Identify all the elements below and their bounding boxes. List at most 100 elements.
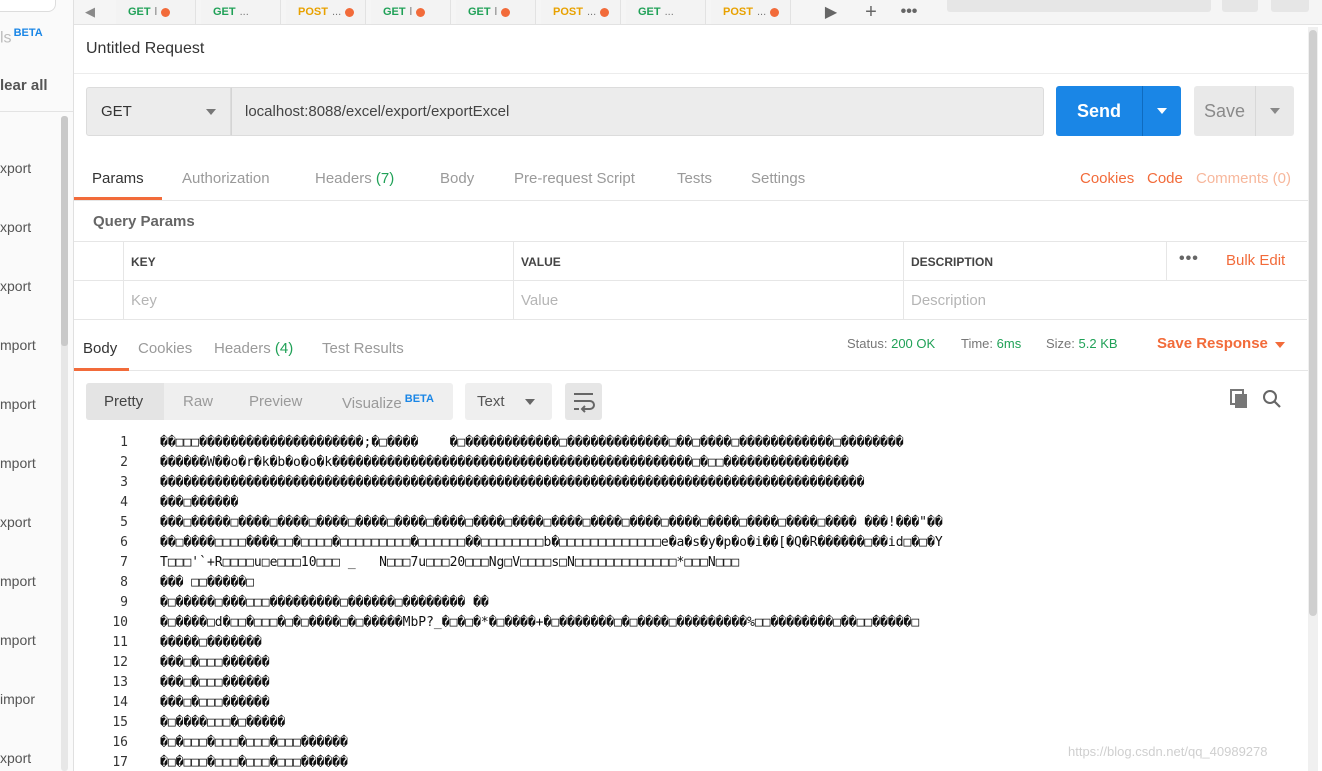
request-tab[interactable]: GET l: [371, 0, 451, 24]
ellipsis-icon[interactable]: •••: [894, 0, 924, 24]
request-tab[interactable]: GET l: [456, 0, 536, 24]
cookies-link[interactable]: Cookies: [1080, 170, 1134, 187]
request-title[interactable]: Untitled Request: [86, 40, 204, 58]
view-pretty[interactable]: Pretty: [104, 393, 143, 410]
save-button[interactable]: Save: [1194, 86, 1255, 136]
active-tab-indicator: [74, 197, 162, 200]
history-item[interactable]: impor: [0, 691, 60, 750]
key-input[interactable]: Key: [123, 281, 513, 320]
line-number: 5: [120, 515, 128, 530]
comments-link[interactable]: Comments (0): [1196, 170, 1291, 187]
sidebar-scroll-thumb[interactable]: [61, 116, 68, 346]
view-visualize[interactable]: Visualize BETA: [342, 393, 434, 412]
history-item[interactable]: xport: [0, 278, 60, 337]
line-number: 4: [120, 495, 128, 510]
tab-tests[interactable]: Tests: [677, 170, 712, 187]
line-text: ���□�����□����□����□����□����□����□����□…: [160, 515, 943, 530]
line-number: 2: [120, 455, 128, 470]
request-tab[interactable]: POST...: [541, 0, 621, 24]
tab-scroll-right-icon[interactable]: ▶: [816, 0, 846, 24]
code-link[interactable]: Code: [1147, 170, 1183, 187]
response-body-editor[interactable]: 1 ��□□□���������������������;�□���� �□���…: [74, 433, 1298, 771]
history-item[interactable]: mport: [0, 337, 60, 396]
params-more-icon[interactable]: •••: [1179, 250, 1199, 268]
tab-test-results[interactable]: Test Results: [322, 340, 404, 357]
line-text: �□�����□���□□□���������□������□�������� …: [160, 595, 489, 610]
value-column-header: VALUE: [513, 242, 903, 281]
code-line: 5 ���□�����□����□����□����□����□����□����…: [74, 513, 1298, 533]
line-text: T□□□'`+R□□□□u□e□□□10□□□ _ N□□□7u□□□20□□□…: [160, 555, 740, 570]
line-number: 17: [112, 755, 128, 770]
beta-badge: BETA: [404, 393, 434, 405]
value-input[interactable]: Value: [513, 281, 903, 320]
line-text: ������W��o�r�k�b�o�o�k������������������…: [160, 455, 849, 470]
line-number: 15: [112, 715, 128, 730]
send-options-dropdown[interactable]: [1142, 86, 1181, 136]
sidebar-title: ls BETA: [0, 27, 43, 47]
tab-headers[interactable]: Headers (7): [315, 170, 394, 187]
manage-environments-button[interactable]: [1271, 0, 1309, 12]
clear-all-link[interactable]: lear all: [0, 77, 48, 94]
postman-window: ls BETA lear all xport xport xport mport …: [0, 0, 1322, 771]
request-tab[interactable]: POST...: [711, 0, 791, 24]
code-line: 8 ��� □□�����□: [74, 573, 1298, 593]
params-table: KEY VALUE DESCRIPTION Key Value Descript…: [74, 241, 1307, 320]
environment-quick-look-button[interactable]: [1222, 0, 1258, 12]
search-icon[interactable]: [1262, 389, 1282, 409]
history-item[interactable]: mport: [0, 573, 60, 632]
view-preview[interactable]: Preview: [249, 393, 302, 410]
history-item[interactable]: xport: [0, 219, 60, 278]
chevron-down-icon[interactable]: [1275, 342, 1285, 348]
code-line: 10 �□����□d�□□�□□□�□�□����□�□�����MbP?_�□…: [74, 613, 1298, 633]
history-item[interactable]: xport: [0, 160, 60, 219]
history-item[interactable]: mport: [0, 455, 60, 514]
chevron-down-icon: [525, 399, 535, 405]
tab-pre-request-script[interactable]: Pre-request Script: [514, 170, 635, 187]
code-line: 6 ��□����□□□□����□□�□□□□�□□□□□□□□□�□□□□□□…: [74, 533, 1298, 553]
code-line: 4 ���□������: [74, 493, 1298, 513]
save-options-dropdown[interactable]: [1255, 86, 1294, 136]
history-sidebar: ls BETA lear all xport xport xport mport …: [0, 0, 74, 771]
tab-scroll-left-icon[interactable]: ◀: [76, 0, 104, 24]
request-tabs: Params Authorization Headers (7) Body Pr…: [74, 160, 1308, 201]
line-text: ��□□□���������������������;�□���� �□����…: [160, 435, 904, 450]
main-scroll-thumb[interactable]: [1309, 30, 1317, 616]
tab-response-cookies[interactable]: Cookies: [138, 340, 192, 357]
response-tabs: Body Cookies Headers (4) Test Results: [74, 330, 1308, 371]
line-number: 6: [120, 535, 128, 550]
sidebar-search-box[interactable]: [0, 0, 56, 12]
tab-authorization[interactable]: Authorization: [182, 170, 270, 187]
wrap-lines-button[interactable]: [565, 383, 602, 420]
method-select[interactable]: GET: [86, 87, 231, 136]
unsaved-dot-icon: [161, 7, 171, 17]
view-raw[interactable]: Raw: [183, 393, 213, 410]
plus-icon[interactable]: +: [856, 0, 886, 24]
history-item[interactable]: mport: [0, 632, 60, 691]
line-number: 1: [120, 435, 128, 450]
url-input[interactable]: localhost:8088/excel/export/exportExcel: [231, 87, 1044, 136]
history-item[interactable]: mport: [0, 396, 60, 455]
line-number: 10: [112, 615, 128, 630]
active-tab-indicator: [74, 368, 129, 371]
request-tab[interactable]: GET...: [626, 0, 706, 24]
request-tab[interactable]: GET...: [201, 0, 281, 24]
tab-params[interactable]: Params: [92, 170, 144, 187]
tab-settings[interactable]: Settings: [751, 170, 805, 187]
copy-icon[interactable]: [1229, 389, 1249, 409]
code-line: 9 �□�����□���□□□���������□������□��������…: [74, 593, 1298, 613]
tab-response-body[interactable]: Body: [83, 340, 117, 357]
environment-selector[interactable]: [947, 0, 1211, 12]
send-button[interactable]: Send: [1056, 86, 1142, 136]
history-item[interactable]: xport: [0, 750, 60, 771]
code-line: 13 ���□�□□□������: [74, 673, 1298, 693]
history-item[interactable]: xport: [0, 514, 60, 573]
save-response-button[interactable]: Save Response: [1157, 335, 1268, 352]
tab-response-headers[interactable]: Headers (4): [214, 340, 293, 357]
bulk-edit-link[interactable]: Bulk Edit: [1226, 252, 1285, 269]
line-text: �����□�������: [160, 635, 262, 650]
tab-body[interactable]: Body: [440, 170, 474, 187]
request-tab[interactable]: POST...: [286, 0, 366, 24]
description-input[interactable]: Description: [903, 281, 1307, 320]
format-select[interactable]: Text: [465, 383, 552, 420]
request-tab[interactable]: GET l: [116, 0, 196, 24]
